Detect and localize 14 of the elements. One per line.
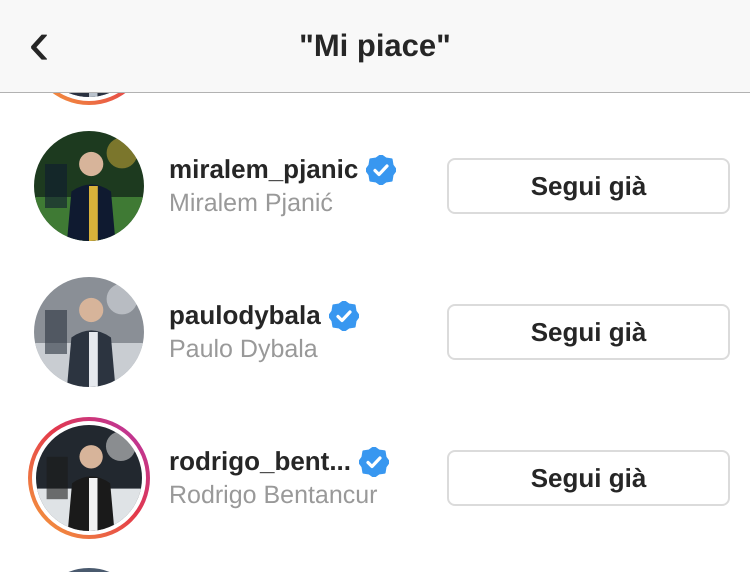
verified-badge-icon — [328, 300, 359, 330]
following-button[interactable]: Segui già — [447, 450, 730, 506]
following-button[interactable]: Segui già — [447, 158, 730, 214]
full-name: Paulo Dybala — [169, 335, 319, 364]
full-name: Rodrigo Bentancur — [169, 481, 378, 510]
verified-badge-icon — [366, 154, 396, 184]
full-name: Miralem Pjanić — [169, 189, 334, 218]
following-button[interactable]: Segui già — [447, 304, 730, 360]
username[interactable]: miralem_pjanic — [169, 154, 358, 185]
username[interactable]: paulodybala — [169, 300, 321, 331]
page-title: "Mi piace" — [298, 28, 452, 64]
verified-badge-icon — [359, 446, 389, 476]
username[interactable]: rodrigo_bent... — [169, 446, 351, 477]
back-button[interactable]: ‹ — [22, 24, 56, 68]
